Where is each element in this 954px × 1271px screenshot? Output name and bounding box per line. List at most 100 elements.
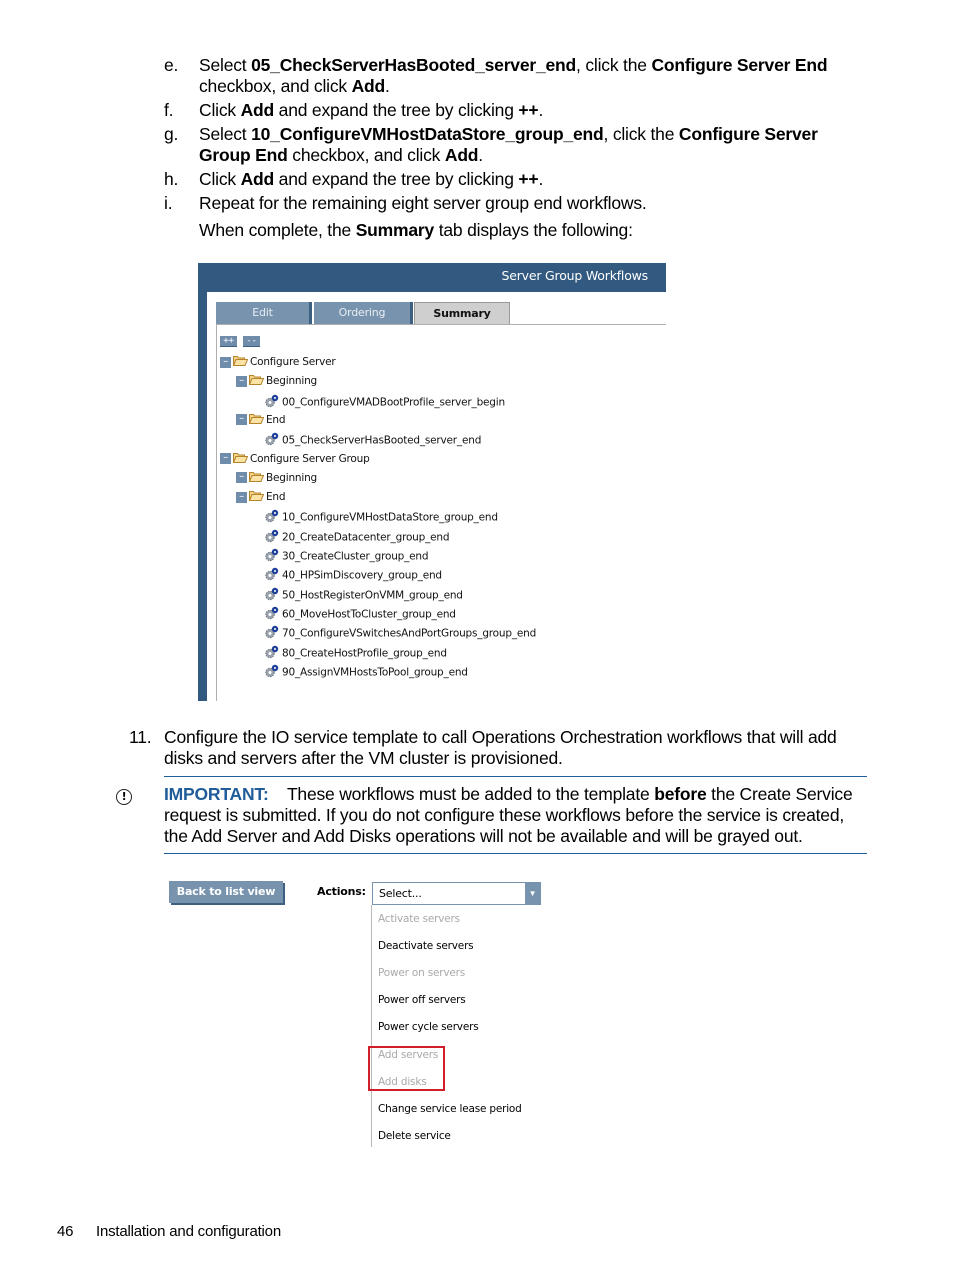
workflow-gear-icon xyxy=(264,432,280,449)
tab-ordering[interactable]: Ordering xyxy=(314,302,413,324)
text-run: . xyxy=(478,145,483,165)
tab-edit[interactable]: Edit xyxy=(216,302,312,324)
window-left-border xyxy=(198,292,207,701)
tree-workflow-node[interactable]: 00_ConfigureVMADBootProfile_server_begin xyxy=(264,394,505,410)
dropdown-option[interactable]: Deactivate servers xyxy=(378,940,474,952)
step-text: Select 05_CheckServerHasBooted_server_en… xyxy=(199,55,871,97)
collapse-all-button[interactable]: -- xyxy=(243,336,260,347)
actions-select[interactable]: Select... ▼ xyxy=(372,882,541,905)
important-bold: before xyxy=(654,784,707,804)
window-title: Server Group Workflows xyxy=(501,268,648,283)
important-pre: These workflows must be added to the tem… xyxy=(268,784,655,804)
step-label: f. xyxy=(164,100,174,120)
panel-border xyxy=(216,324,217,701)
tree-workflow-node[interactable]: 40_HPSimDiscovery_group_end xyxy=(264,567,442,583)
folder-open-icon xyxy=(248,490,265,504)
step-text: Click Add and expand the tree by clickin… xyxy=(199,169,871,190)
step-text: Configure the IO service template to cal… xyxy=(164,727,837,768)
dropdown-option[interactable]: Change service lease period xyxy=(378,1103,522,1115)
tree-workflow-node[interactable]: 70_ConfigureVSwitchesAndPortGroups_group… xyxy=(264,625,536,641)
tree-workflow-node[interactable]: 80_CreateHostProfile_group_end xyxy=(264,645,447,661)
dropdown-option[interactable]: Delete service xyxy=(378,1130,451,1142)
text-run: . xyxy=(385,76,390,96)
step-label: e. xyxy=(164,55,179,75)
tree-node-label: 80_CreateHostProfile_group_end xyxy=(282,647,447,659)
tree-folder-node[interactable]: – Beginning xyxy=(236,471,317,487)
workflow-gear-icon xyxy=(264,529,280,546)
tree-workflow-node[interactable]: 30_CreateCluster_group_end xyxy=(264,548,429,565)
text-run: . xyxy=(538,169,544,189)
step-text: Click Add and expand the tree by clickin… xyxy=(199,100,871,121)
summary-note-pre: When complete, the xyxy=(199,220,356,240)
chevron-down-icon[interactable]: ▼ xyxy=(525,883,540,904)
tree-folder-node[interactable]: – Configure Server xyxy=(220,355,336,371)
expand-all-button[interactable]: ++ xyxy=(220,336,237,347)
tree-folder-node[interactable]: – End xyxy=(236,490,286,506)
workflow-gear-icon xyxy=(264,509,280,526)
actions-dropdown: Activate servers Deactivate servers Power … xyxy=(371,905,542,1147)
exclamation-circle-icon: ! xyxy=(116,789,132,805)
tree-node-label: Beginning xyxy=(266,375,317,388)
workflow-gear-icon xyxy=(264,645,280,662)
text-run: Select xyxy=(199,55,252,75)
tree-node-label: 20_CreateDatacenter_group_end xyxy=(282,531,450,544)
folder-open-icon xyxy=(232,355,249,369)
workflow-gear-icon xyxy=(264,567,280,584)
tree-node-label: 60_MoveHostToCluster_group_end xyxy=(282,608,456,621)
dropdown-option[interactable]: Power off servers xyxy=(378,994,466,1006)
text-run: . xyxy=(538,100,544,120)
back-to-list-view-button[interactable]: Back to list view xyxy=(169,881,283,903)
important-label: IMPORTANT: xyxy=(164,784,269,804)
tree-workflow-node[interactable]: 10_ConfigureVMHostDataStore_group_end xyxy=(264,509,498,525)
text-run: Repeat for the remaining eight server gr… xyxy=(199,193,647,213)
folder-open-icon xyxy=(248,471,265,485)
actions-select-value: Select... xyxy=(379,887,422,900)
workflow-gear-icon xyxy=(264,664,280,681)
tree-folder-node[interactable]: – End xyxy=(236,413,286,429)
folder-open-icon xyxy=(232,452,249,466)
tree-node-label: Configure Server xyxy=(250,356,336,368)
dropdown-option[interactable]: Power cycle servers xyxy=(378,1021,479,1033)
bold-term: ++ xyxy=(518,169,539,189)
bold-term: Add xyxy=(240,169,275,189)
tree-workflow-node[interactable]: 50_HostRegisterOnVMM_group_end xyxy=(264,587,463,603)
tree-node-label: End xyxy=(266,413,286,426)
tree-workflow-node[interactable]: 90_AssignVMHostsToPool_group_end xyxy=(264,664,468,680)
collapse-toggle-icon[interactable]: – xyxy=(236,414,247,426)
step-label: 11. xyxy=(129,727,152,747)
actions-label: Actions: xyxy=(317,885,366,898)
tree-workflow-node[interactable]: 20_CreateDatacenter_group_end xyxy=(264,529,450,546)
collapse-toggle-icon[interactable]: – xyxy=(236,472,247,484)
text-run: and expand the tree by clicking xyxy=(274,100,519,120)
collapse-toggle-icon[interactable]: – xyxy=(220,453,231,464)
workflow-gear-icon xyxy=(264,548,280,565)
page-number: 46 xyxy=(57,1223,74,1240)
tree-node-label: 50_HostRegisterOnVMM_group_end xyxy=(282,589,463,602)
text-run: , click the xyxy=(603,124,679,144)
step-text: Repeat for the remaining eight server gr… xyxy=(199,193,871,214)
text-run: checkbox, and click xyxy=(287,145,445,165)
text-run: Click xyxy=(199,169,241,189)
tab-summary[interactable]: Summary xyxy=(414,302,510,325)
workflow-gear-icon xyxy=(264,606,280,623)
collapse-toggle-icon[interactable]: – xyxy=(220,356,231,368)
text-run: Select xyxy=(199,124,252,144)
summary-note-bold: Summary xyxy=(355,220,435,240)
bold-term: ++ xyxy=(518,100,539,120)
tree-folder-node[interactable]: – Beginning xyxy=(236,374,317,390)
tree-workflow-node[interactable]: 05_CheckServerHasBooted_server_end xyxy=(264,432,481,448)
tree-node-label: 00_ConfigureVMADBootProfile_server_begin xyxy=(282,396,505,409)
text-run: and expand the tree by clicking xyxy=(274,169,519,189)
tree-node-label: 10_ConfigureVMHostDataStore_group_end xyxy=(282,511,498,524)
dropdown-option: Power on servers xyxy=(378,967,466,980)
tree-folder-node[interactable]: – Configure Server Group xyxy=(220,452,370,468)
step-label: i. xyxy=(164,193,173,213)
collapse-toggle-icon[interactable]: – xyxy=(236,491,247,503)
step-label: g. xyxy=(164,124,179,144)
tree-node-label: 40_HPSimDiscovery_group_end xyxy=(282,569,442,582)
tree-workflow-node[interactable]: 60_MoveHostToCluster_group_end xyxy=(264,606,456,622)
collapse-toggle-icon[interactable]: – xyxy=(236,375,247,387)
bold-term: Add xyxy=(444,145,479,165)
summary-note-post: tab displays the following: xyxy=(434,220,633,240)
bold-term: 10_ConfigureVMHostDataStore_group_end xyxy=(251,124,604,144)
